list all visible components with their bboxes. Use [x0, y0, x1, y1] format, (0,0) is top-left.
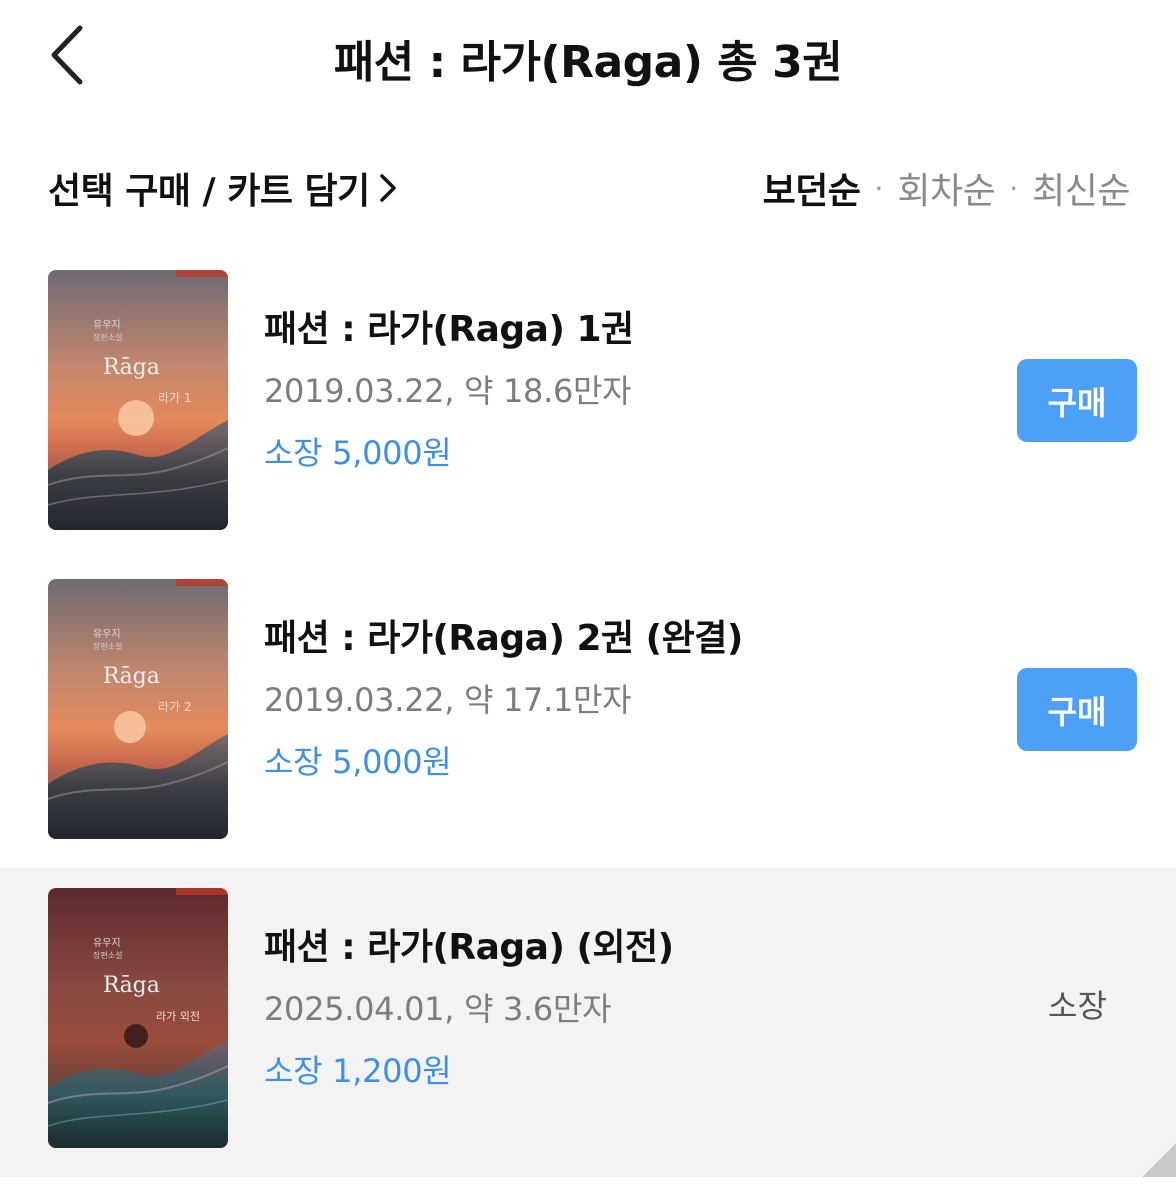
page-corner-icon	[1142, 1143, 1176, 1177]
toolbar: 선택 구매 / 카트 담기 보던순 · 회차순 · 최신순	[0, 150, 1176, 220]
book-cover[interactable]: 유우지 장편소설 Rāga 라가 2	[48, 579, 228, 839]
item-info: 패션 : 라가(Raga) 2권 (완결) 2019.03.22, 약 17.1…	[264, 609, 743, 783]
list-item[interactable]: 유우지 장편소설 Rāga 라가 2 패션 : 라가(Raga) 2권 (완결)…	[0, 559, 1176, 868]
chevron-right-icon	[380, 174, 396, 202]
volume-list: 유우지 장편소설 Rāga 라가 1 패션 : 라가(Raga) 1권 2019…	[0, 250, 1176, 1177]
select-purchase-label: 선택 구매 / 카트 담기	[48, 171, 370, 212]
cover-volume: 라가 외전	[156, 1010, 200, 1023]
cover-author: 유우지	[93, 937, 121, 949]
item-info: 패션 : 라가(Raga) 1권 2019.03.22, 약 18.6만자 소장…	[264, 300, 634, 474]
item-info: 패션 : 라가(Raga) (외전) 2025.04.01, 약 3.6만자 소…	[264, 918, 674, 1092]
select-purchase-link[interactable]: 선택 구매 / 카트 담기	[48, 162, 398, 214]
book-cover[interactable]: 유우지 장편소설 Rāga 라가 1	[48, 270, 228, 530]
item-meta: 2025.04.01, 약 3.6만자	[264, 990, 612, 1028]
item-price: 소장 5,000원	[264, 434, 452, 472]
cover-author: 유우지	[93, 319, 121, 331]
item-title: 패션 : 라가(Raga) 1권	[264, 309, 634, 350]
cover-logo: Rāga	[103, 664, 160, 689]
cover-logo: Rāga	[103, 973, 160, 998]
cover-genre: 장편소설	[93, 950, 122, 960]
item-title: 패션 : 라가(Raga) (외전)	[264, 927, 674, 968]
sort-option-newest[interactable]: 최신순	[1032, 162, 1130, 214]
owned-status: 소장	[1048, 987, 1107, 1025]
item-price: 소장 1,200원	[264, 1052, 452, 1090]
header: 패션 : 라가(Raga) 총 3권	[0, 0, 1176, 112]
sort-option-episode[interactable]: 회차순	[897, 162, 995, 214]
buy-button[interactable]: 구매	[1017, 359, 1137, 442]
item-meta: 2019.03.22, 약 18.6만자	[264, 372, 632, 410]
cover-volume: 라가 1	[158, 391, 192, 405]
cover-author: 유우지	[93, 628, 121, 640]
list-item[interactable]: 유우지 장편소설 Rāga 라가 외전 패션 : 라가(Raga) (외전) 2…	[0, 868, 1176, 1177]
item-price: 소장 5,000원	[264, 743, 452, 781]
item-title: 패션 : 라가(Raga) 2권 (완결)	[264, 618, 743, 659]
book-cover[interactable]: 유우지 장편소설 Rāga 라가 외전	[48, 888, 228, 1148]
sort-separator: ·	[1009, 171, 1019, 205]
cover-genre: 장편소설	[93, 641, 122, 651]
sort-option-recent-read[interactable]: 보던순	[763, 162, 861, 214]
item-meta: 2019.03.22, 약 17.1만자	[264, 681, 632, 719]
cover-volume: 라가 2	[158, 700, 192, 714]
cover-logo: Rāga	[103, 355, 160, 380]
list-item[interactable]: 유우지 장편소설 Rāga 라가 1 패션 : 라가(Raga) 1권 2019…	[0, 250, 1176, 559]
page-title: 패션 : 라가(Raga) 총 3권	[333, 37, 843, 88]
buy-button[interactable]: 구매	[1017, 668, 1137, 751]
cover-genre: 장편소설	[93, 332, 122, 342]
sort-options: 보던순 · 회차순 · 최신순	[763, 162, 1131, 214]
sort-separator: ·	[874, 171, 884, 205]
